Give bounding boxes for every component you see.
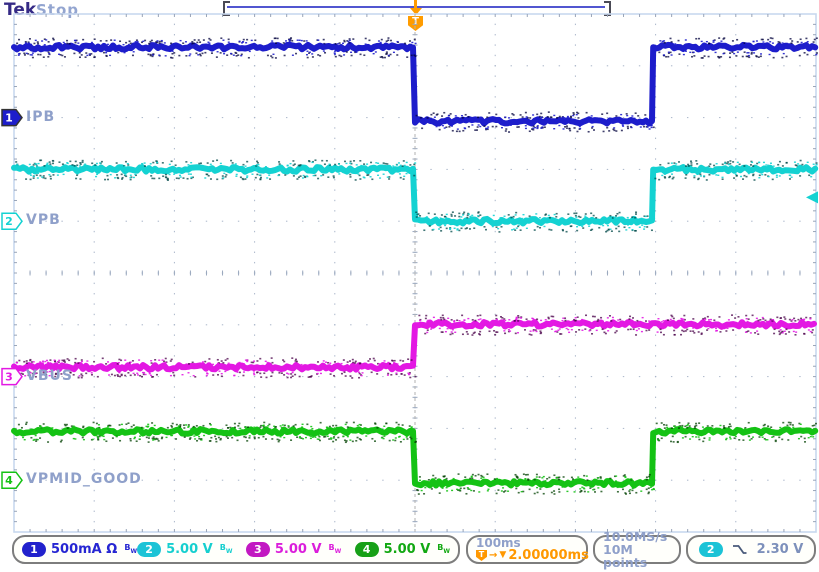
channel-scale-readouts: 1 500mA Ω BW 2 5.00 V BW 3 5.00 V BW 4 5… [12,535,460,564]
bandwidth-limit-icon: BW [220,543,233,556]
svg-text:3: 3 [5,371,13,384]
delay-cursor-icon: ▼ [499,549,506,562]
channel-1-position-marker[interactable]: 1 [2,110,22,126]
bandwidth-limit-icon: BW [437,543,450,556]
channel-1-badge[interactable]: 1 [22,542,46,557]
arrow-right-icon: → [489,549,497,562]
horizontal-delay-value: 2.00000ms [508,549,589,562]
svg-text:1: 1 [5,112,13,125]
trigger-source-badge[interactable]: 2 [699,542,723,557]
horizontal-readout[interactable]: 100ms T→▼ 2.00000ms [466,535,588,564]
channel-3-readout[interactable]: 3 5.00 V BW [246,542,355,557]
oscilloscope-screen: Tek Stop T 1234 IPB VPB VBUS VPMID_GOOD … [0,0,819,572]
channel-4-label: VPMID_GOOD [26,471,142,487]
channel-4-position-marker[interactable]: 4 [2,472,22,488]
trigger-readout[interactable]: 2 2.30 V [686,535,816,564]
svg-text:4: 4 [5,474,13,487]
ohm-coupling-icon: Ω [106,542,117,557]
channel-2-position-marker[interactable]: 2 [2,213,22,229]
channel-3-label: VBUS [26,368,73,384]
trigger-t-icon: T [476,550,487,561]
channel-2-readout[interactable]: 2 5.00 V BW [137,542,246,557]
svg-text:2: 2 [5,215,13,228]
channel-2-trace [14,159,818,232]
channel-3-badge[interactable]: 3 [246,542,270,557]
trigger-level-value: 2.30 V [757,542,804,557]
trigger-level-marker-icon[interactable] [806,191,818,203]
bandwidth-limit-icon: BW [329,543,342,556]
channel-2-label: VPB [26,212,61,228]
channel-3-trace [14,314,814,378]
acquisition-readout[interactable]: 10.0MS/s 10M points [593,535,681,564]
channel-4-readout[interactable]: 4 5.00 V BW [355,542,450,557]
bandwidth-limit-icon: BW [124,543,137,556]
channel-1-trace [14,37,818,133]
channel-2-badge[interactable]: 2 [137,542,161,557]
channel-1-readout[interactable]: 1 500mA Ω BW [22,542,137,557]
channel-1-label: IPB [26,109,55,125]
falling-edge-icon [732,543,748,556]
channel-4-badge[interactable]: 4 [355,542,379,557]
record-length: 10M points [603,543,679,569]
